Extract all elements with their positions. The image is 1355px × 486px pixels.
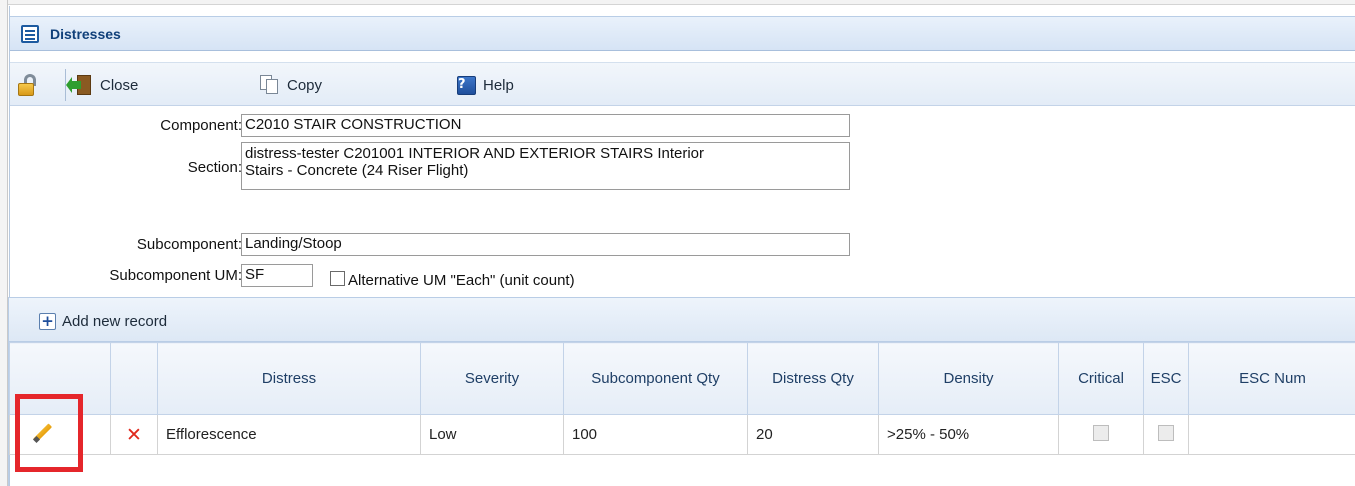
plus-icon: + <box>39 313 56 330</box>
left-edge-strip <box>0 0 8 486</box>
delete-x-icon[interactable]: ✕ <box>126 424 142 446</box>
column-header-distress[interactable]: Distress <box>157 342 421 415</box>
add-new-record-label: Add new record <box>62 313 168 330</box>
column-header-critical[interactable]: Critical <box>1058 342 1144 415</box>
critical-cell <box>1058 414 1144 455</box>
column-header-distress-qty[interactable]: Distress Qty <box>747 342 879 415</box>
component-field[interactable]: C2010 STAIR CONSTRUCTION <box>241 114 850 137</box>
subcomponent-field[interactable]: Landing/Stoop <box>241 233 850 256</box>
esc-cell <box>1143 414 1189 455</box>
table-row: ✕ Efflorescence Low 100 20 >25% - 50% <box>9 414 1355 455</box>
copy-icon <box>260 75 280 95</box>
component-label: Component: <box>160 117 242 134</box>
section-line-2: Stairs - Concrete (24 Riser Flight) <box>245 162 469 179</box>
section-field[interactable]: distress-tester C201001 INTERIOR AND EXT… <box>241 142 850 190</box>
subcomponent-qty-cell: 100 <box>563 414 748 455</box>
critical-checkbox <box>1093 424 1109 441</box>
column-header-esc[interactable]: ESC <box>1143 342 1189 415</box>
unlock-icon <box>18 74 38 96</box>
component-form: Component: C2010 STAIR CONSTRUCTION Sect… <box>10 106 1355 296</box>
column-header-severity[interactable]: Severity <box>420 342 564 415</box>
close-button[interactable]: Close <box>66 73 139 97</box>
distress-table: Distress Severity Subcomponent Qty Distr… <box>9 342 1355 455</box>
subcomponent-label: Subcomponent: <box>136 236 242 253</box>
section-line-1: distress-tester C201001 INTERIOR AND EXT… <box>245 145 705 162</box>
table-header-row: Distress Severity Subcomponent Qty Distr… <box>9 342 1355 415</box>
column-header-subcomponent-qty[interactable]: Subcomponent Qty <box>563 342 748 415</box>
distress-qty-cell: 20 <box>747 414 879 455</box>
close-label: Close <box>100 76 139 94</box>
alternative-um-checkbox[interactable] <box>330 271 345 286</box>
column-header-esc-num[interactable]: ESC Num <box>1188 342 1355 415</box>
help-icon: ? <box>457 75 476 95</box>
column-header-density[interactable]: Density <box>878 342 1059 415</box>
subcomponent-um-field[interactable]: SF <box>241 264 313 287</box>
section-label: Section: <box>187 159 242 176</box>
density-cell: >25% - 50% <box>878 414 1059 455</box>
window-title: Distresses <box>50 25 121 42</box>
toolbar: Close Copy ? Help <box>10 62 1355 106</box>
copy-label: Copy <box>287 76 323 94</box>
subcomponent-um-label: Subcomponent UM: <box>109 267 242 284</box>
severity-cell: Low <box>420 414 564 455</box>
help-button[interactable]: ? Help <box>457 73 514 97</box>
add-new-record-button[interactable]: + Add new record <box>39 313 167 330</box>
esc-checkbox <box>1158 424 1174 441</box>
copy-button[interactable]: Copy <box>260 73 322 97</box>
pencil-edit-icon[interactable] <box>32 423 52 443</box>
exit-door-icon <box>66 75 93 95</box>
distress-grid: + Add new record Distress Severity Subco… <box>8 297 1355 486</box>
unlock-button[interactable] <box>18 73 45 97</box>
esc-num-cell <box>1188 414 1355 455</box>
delete-cell[interactable]: ✕ <box>110 414 158 455</box>
distress-cell: Efflorescence <box>157 414 421 455</box>
document-list-icon <box>21 24 39 43</box>
edit-cell[interactable] <box>9 414 111 455</box>
column-header-edit <box>9 342 111 415</box>
title-bar: Distresses <box>10 16 1355 51</box>
alternative-um-label: Alternative UM "Each" (unit count) <box>348 272 575 289</box>
help-label: Help <box>483 76 514 94</box>
column-header-delete <box>110 342 158 415</box>
grid-toolbar: + Add new record <box>9 297 1355 342</box>
top-edge-rule <box>8 0 1355 5</box>
